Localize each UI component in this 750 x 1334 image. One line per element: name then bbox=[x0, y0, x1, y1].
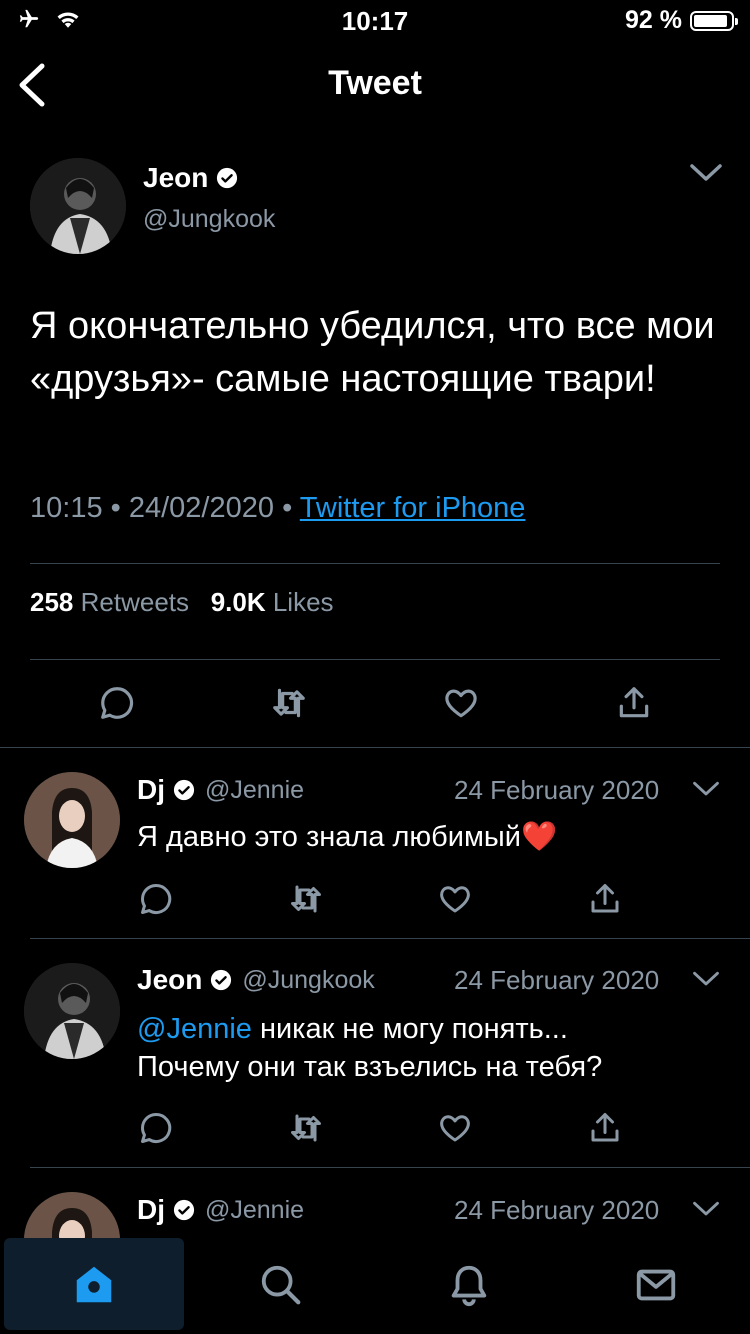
reply-author-handle[interactable]: @Jungkook bbox=[242, 966, 374, 995]
reply-author-name[interactable]: Dj bbox=[137, 1194, 195, 1226]
meta-dot: • bbox=[110, 492, 121, 524]
tweet-date: 24/02/2020 bbox=[128, 492, 275, 524]
reply-author-name[interactable]: Jeon bbox=[137, 964, 232, 996]
messages-icon[interactable] bbox=[633, 1262, 679, 1308]
divider bbox=[30, 1167, 750, 1168]
status-right: 92 % bbox=[625, 6, 738, 35]
retweet-icon[interactable] bbox=[270, 684, 308, 722]
avatar[interactable] bbox=[30, 158, 126, 254]
tweet-text: Я окончательно убедился, что все мои «др… bbox=[30, 305, 715, 400]
avatar-photo bbox=[30, 158, 126, 254]
avatar[interactable] bbox=[24, 963, 120, 1059]
battery-icon bbox=[690, 10, 738, 31]
author-name[interactable]: Jeon bbox=[143, 162, 238, 194]
divider bbox=[30, 938, 750, 939]
reply-author-name-text: Dj bbox=[137, 774, 165, 805]
reply-date: 24 February 2020 bbox=[454, 965, 660, 995]
retweets-count: 258 bbox=[30, 587, 74, 617]
reply-author-name-text: Jeon bbox=[137, 964, 203, 995]
reply-date: 24 February 2020 bbox=[454, 1195, 660, 1225]
share-icon[interactable] bbox=[615, 684, 653, 722]
home-icon[interactable] bbox=[71, 1262, 117, 1308]
meta-dot: • bbox=[282, 492, 293, 524]
retweet-icon[interactable] bbox=[288, 1110, 324, 1146]
divider bbox=[30, 563, 720, 564]
mention-link[interactable]: @Jennie bbox=[137, 1013, 252, 1045]
heart-icon[interactable] bbox=[442, 684, 480, 722]
page-title: Tweet bbox=[328, 64, 422, 102]
tweet-source-link[interactable]: Twitter for iPhone bbox=[300, 492, 526, 524]
likes-label: Likes bbox=[272, 587, 334, 617]
reply-text-line1: никак не могу понять... bbox=[251, 1013, 568, 1045]
reply-icon[interactable] bbox=[98, 684, 136, 722]
verified-icon bbox=[173, 779, 195, 801]
verified-icon bbox=[211, 969, 232, 991]
reply-header: Jeon @Jungkook bbox=[137, 964, 375, 996]
notifications-icon[interactable] bbox=[446, 1262, 492, 1308]
reply-author-handle[interactable]: @Jennie bbox=[205, 776, 304, 805]
chevron-down-icon[interactable] bbox=[689, 162, 723, 184]
tweet-meta: 10:15 • 24/02/2020 • Twitter for iPhone bbox=[30, 492, 525, 525]
share-icon[interactable] bbox=[587, 881, 623, 917]
reply-text: @Jennie никак не могу понять... Почему о… bbox=[137, 1010, 727, 1086]
author-name-text: Jeon bbox=[143, 162, 209, 193]
battery-percent: 92 % bbox=[625, 6, 682, 34]
divider bbox=[30, 659, 720, 660]
reply-icon[interactable] bbox=[138, 881, 174, 917]
chevron-down-icon[interactable] bbox=[692, 970, 720, 988]
reply-icon[interactable] bbox=[138, 1110, 174, 1146]
tweet-time: 10:15 bbox=[30, 492, 103, 524]
heart-icon[interactable] bbox=[437, 881, 473, 917]
reply-author-handle[interactable]: @Jennie bbox=[205, 1196, 304, 1225]
reply-header: Dj @Jennie bbox=[137, 1194, 304, 1226]
verified-icon bbox=[173, 1199, 195, 1221]
heart-icon[interactable] bbox=[437, 1110, 473, 1146]
status-bar: 10:17 92 % bbox=[0, 0, 750, 40]
author-handle[interactable]: @Jungkook bbox=[143, 205, 275, 234]
retweets-stat[interactable]: 258 Retweets bbox=[30, 587, 189, 617]
tab-bar bbox=[0, 1238, 750, 1334]
battery-fill bbox=[694, 14, 727, 27]
retweet-icon[interactable] bbox=[288, 881, 324, 917]
chevron-down-icon[interactable] bbox=[692, 780, 720, 798]
reply-text: Я давно это знала любимый❤️ bbox=[137, 821, 558, 853]
avatar-photo bbox=[24, 963, 120, 1059]
share-icon[interactable] bbox=[587, 1110, 623, 1146]
verified-icon bbox=[217, 167, 238, 189]
reply-header: Dj @Jennie bbox=[137, 774, 304, 806]
avatar-photo bbox=[24, 772, 120, 868]
reply-text-line2: Почему они так взъелись на тебя? bbox=[137, 1051, 603, 1083]
likes-stat[interactable]: 9.0K Likes bbox=[211, 587, 334, 617]
divider bbox=[0, 747, 750, 748]
reply-date: 24 February 2020 bbox=[454, 775, 660, 805]
tweet-stats: 258 Retweets 9.0K Likes bbox=[30, 587, 334, 618]
retweets-label: Retweets bbox=[80, 587, 190, 617]
reply-author-name[interactable]: Dj bbox=[137, 774, 195, 806]
search-icon[interactable] bbox=[258, 1262, 304, 1308]
avatar[interactable] bbox=[24, 772, 120, 868]
reply-author-name-text: Dj bbox=[137, 1194, 165, 1225]
likes-count: 9.0K bbox=[210, 587, 266, 617]
chevron-down-icon[interactable] bbox=[692, 1200, 720, 1218]
